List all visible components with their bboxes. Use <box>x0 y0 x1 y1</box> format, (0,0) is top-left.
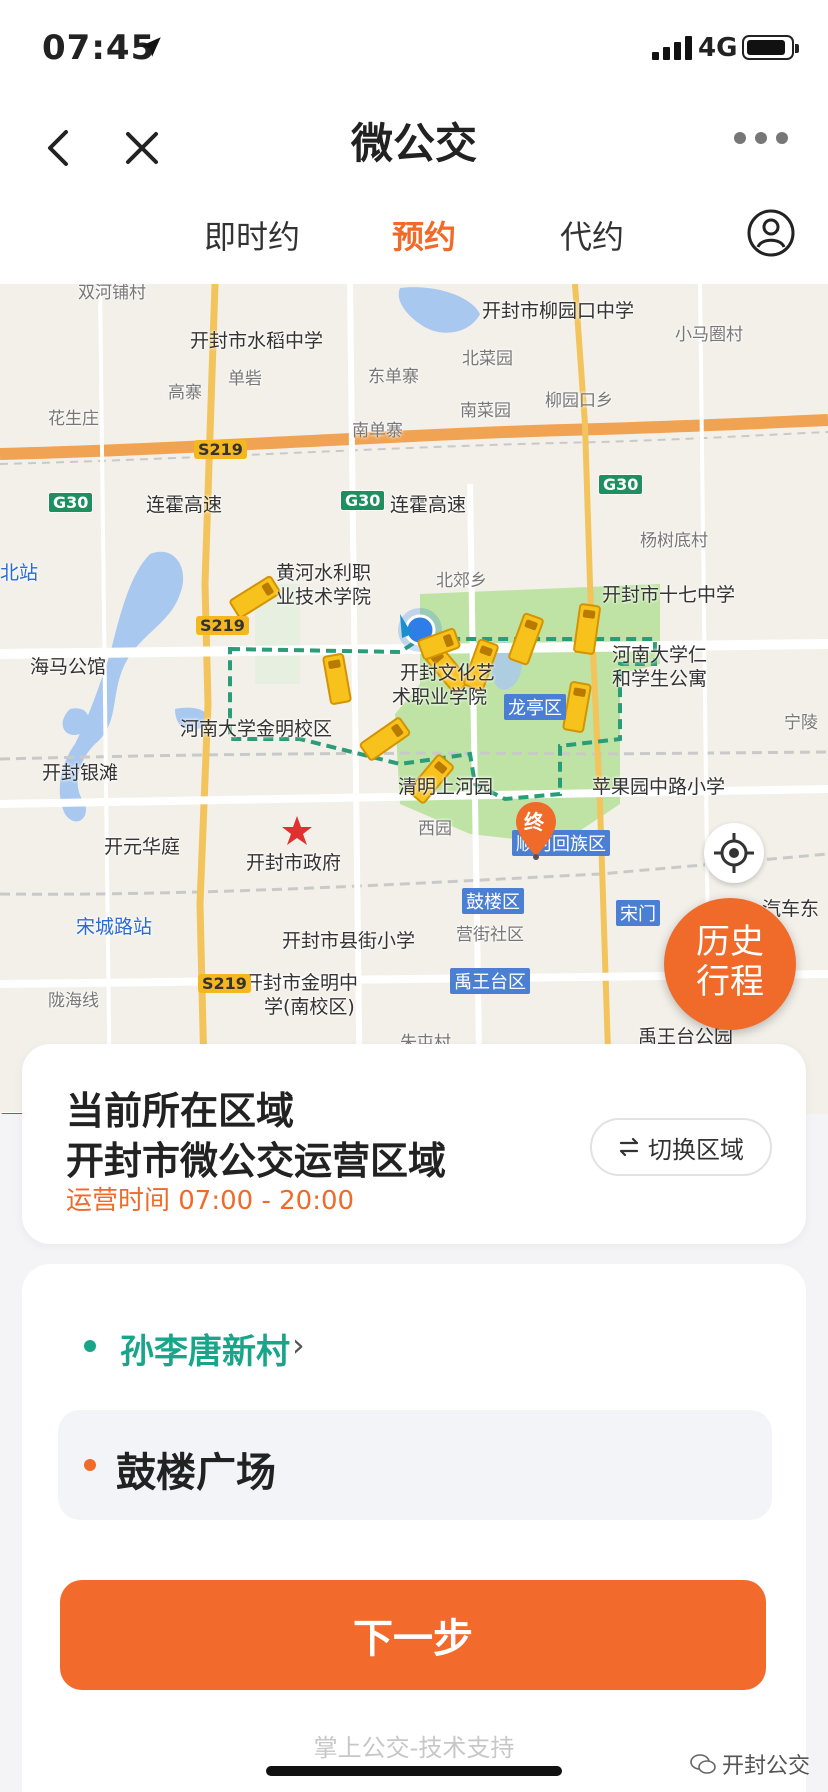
tab-reserve[interactable]: 预约 <box>392 212 456 258</box>
map-label: 学(南校区) <box>264 996 355 1018</box>
map-label: 陇海线 <box>48 991 99 1011</box>
origin-dot-icon <box>84 1340 96 1352</box>
road-shield: S219 <box>194 440 247 459</box>
map-label: 河南大学金明校区 <box>180 718 333 740</box>
region-title: 当前所在区域 <box>66 1089 295 1133</box>
watermark-text: 开封公交 <box>722 1754 811 1779</box>
map-label: 小马圈村 <box>675 325 743 345</box>
destination-text: 鼓楼广场 <box>116 1450 276 1496</box>
map-label: 黄河水利职 <box>276 562 372 584</box>
map-label: 开封文化艺 <box>400 662 496 684</box>
home-indicator <box>266 1766 562 1776</box>
map-label: 高寨 <box>168 383 202 403</box>
map-label: 连霍高速 <box>146 494 223 516</box>
map-label: 开封市水稻中学 <box>190 330 324 352</box>
map-label: 苹果园中路小学 <box>592 776 726 798</box>
next-step-button[interactable]: 下一步 <box>60 1580 766 1690</box>
map-label: 开封市柳园口中学 <box>482 300 635 322</box>
map-label: 西园 <box>418 819 452 839</box>
map-label: 业技术学院 <box>276 586 372 608</box>
map-label: 清明上河园 <box>398 776 494 798</box>
location-arrow-icon <box>141 37 161 57</box>
tab-instant[interactable]: 即时约 <box>204 212 300 258</box>
map-label: 营街社区 <box>456 925 524 945</box>
map-label: 开封银滩 <box>42 762 119 784</box>
history-line2: 行程 <box>696 962 764 1002</box>
map-label: 北菜园 <box>462 349 513 369</box>
district-label: 禹王台区 <box>450 968 530 994</box>
map-label: 单砦 <box>228 369 262 389</box>
end-pin-label: 终 <box>524 810 544 834</box>
switch-region-label: 切换区域 <box>648 1135 744 1164</box>
map-label: 连霍高速 <box>390 494 467 516</box>
operating-hours: 运营时间 07:00 - 20:00 <box>66 1186 355 1216</box>
map-label: 宋城路站 <box>76 916 153 938</box>
destination-dot-icon <box>84 1459 96 1471</box>
map-label: 南单寨 <box>352 421 403 441</box>
map-label: 术职业学院 <box>392 686 488 708</box>
map-label: 宋门 <box>616 900 660 926</box>
road-shield: S219 <box>196 616 249 635</box>
map-label: 北站 <box>0 562 39 584</box>
road-shield: G30 <box>48 492 94 513</box>
watermark: 开封公交 <box>690 1748 810 1780</box>
history-trips-button[interactable]: 历史 行程 <box>664 898 796 1030</box>
user-icon[interactable] <box>746 208 796 258</box>
road-shield: S219 <box>198 974 251 993</box>
map-label: 东单寨 <box>368 367 419 387</box>
map-label: 和学生公寓 <box>612 668 708 690</box>
map-label: 花生庄 <box>48 409 99 429</box>
map-label: 宁陵 <box>784 713 818 733</box>
map-label: 南菜园 <box>460 401 511 421</box>
origin-field[interactable]: 孙李唐新村 <box>120 1324 290 1373</box>
road-shield: G30 <box>598 474 644 495</box>
map-label: 开封市县街小学 <box>282 930 416 952</box>
map-label: 开封市金明中 <box>244 972 359 994</box>
wechat-icon <box>690 1754 716 1774</box>
signal-icon <box>652 36 692 60</box>
region-name: 开封市微公交运营区域 <box>66 1139 447 1183</box>
district-label: 龙亭区 <box>504 694 566 720</box>
switch-region-button[interactable]: 切换区域 <box>590 1118 772 1176</box>
map-label: 河南大学仁 <box>612 644 708 666</box>
tab-proxy[interactable]: 代约 <box>560 212 624 258</box>
map-label: 开封市十七中学 <box>602 584 736 606</box>
map-label: 开封市政府 <box>246 852 342 874</box>
district-label: 鼓楼区 <box>462 888 524 914</box>
map-label: 柳园口乡 <box>545 391 613 411</box>
history-line1: 历史 <box>696 922 764 962</box>
chevron-right-icon[interactable]: › <box>292 1326 305 1364</box>
swap-icon <box>619 1137 639 1157</box>
locate-icon[interactable] <box>704 823 764 883</box>
map-label: 北郊乡 <box>436 571 487 591</box>
map-label: 开元华庭 <box>104 836 181 858</box>
map-label: 双河铺村 <box>78 284 146 303</box>
road-shield: G30 <box>340 490 386 511</box>
map-label: 海马公馆 <box>30 656 107 678</box>
map-label: 杨树底村 <box>640 531 708 551</box>
battery-icon <box>742 35 799 60</box>
page-title: 微公交 <box>350 119 477 168</box>
network-label: 4G <box>698 33 738 63</box>
more-icon[interactable] <box>732 130 790 146</box>
